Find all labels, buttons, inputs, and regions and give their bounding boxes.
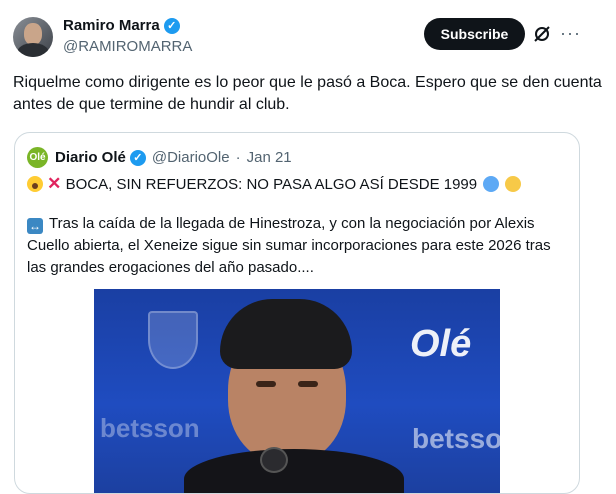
quote-image[interactable]: Olé betsson betsson xyxy=(94,289,500,493)
person-hair xyxy=(220,299,352,369)
quote-body: Tras la caída de la llegada de Hinestroz… xyxy=(27,215,551,276)
club-crest xyxy=(148,311,198,369)
author-name-row: Ramiro Marra ✓ xyxy=(63,17,180,34)
left-right-arrow-icon: ↔ xyxy=(27,218,43,234)
sponsor-text-left: betsson xyxy=(100,413,200,443)
verified-badge-icon: ✓ xyxy=(163,17,180,34)
microphone xyxy=(260,447,288,473)
author-avatar[interactable] xyxy=(13,17,53,57)
quote-separator: · xyxy=(235,149,241,166)
more-icon[interactable]: ··· xyxy=(560,24,581,42)
person-shirt xyxy=(184,449,404,493)
tweet-text: Riquelme como dirigente es lo peor que l… xyxy=(13,74,602,113)
avatar-face xyxy=(24,23,42,45)
quote-author-name: Diario Olé xyxy=(55,149,126,166)
author-name[interactable]: Ramiro Marra xyxy=(63,17,160,34)
avatar-body xyxy=(17,43,49,57)
ole-logo: Olé xyxy=(410,323,472,365)
cross-mark-icon: ✕ xyxy=(47,174,62,193)
quoted-tweet[interactable]: Olé Diario Olé ✓ @DiarioOle · Jan 21 ✕ B… xyxy=(14,132,580,494)
quote-body-line: ↔ Tras la caída de la llegada de Hinestro… xyxy=(27,213,567,279)
grok-icon[interactable] xyxy=(532,24,552,44)
quote-date: Jan 21 xyxy=(246,149,292,166)
author-handle[interactable]: @RAMIROMARRA xyxy=(63,38,192,55)
quote-handle: @DiarioOle xyxy=(151,149,230,166)
blue-circle-icon xyxy=(483,176,500,192)
astonished-face-icon xyxy=(27,176,43,192)
quote-avatar[interactable]: Olé xyxy=(27,147,48,168)
person-eye-right xyxy=(298,381,318,387)
quote-header: Diario Olé ✓ @DiarioOle · Jan 21 xyxy=(55,149,292,166)
verified-badge-icon: ✓ xyxy=(129,149,146,166)
quote-headline: BOCA, SIN REFUERZOS: NO PASA ALGO ASÍ DE… xyxy=(65,176,478,193)
quote-headline-line: ✕ BOCA, SIN REFUERZOS: NO PASA ALGO ASÍ … xyxy=(27,175,567,195)
subscribe-button[interactable]: Subscribe xyxy=(424,18,525,50)
sponsor-text: betsson xyxy=(412,423,500,454)
yellow-circle-icon xyxy=(505,176,522,192)
person-eye-left xyxy=(256,381,276,387)
